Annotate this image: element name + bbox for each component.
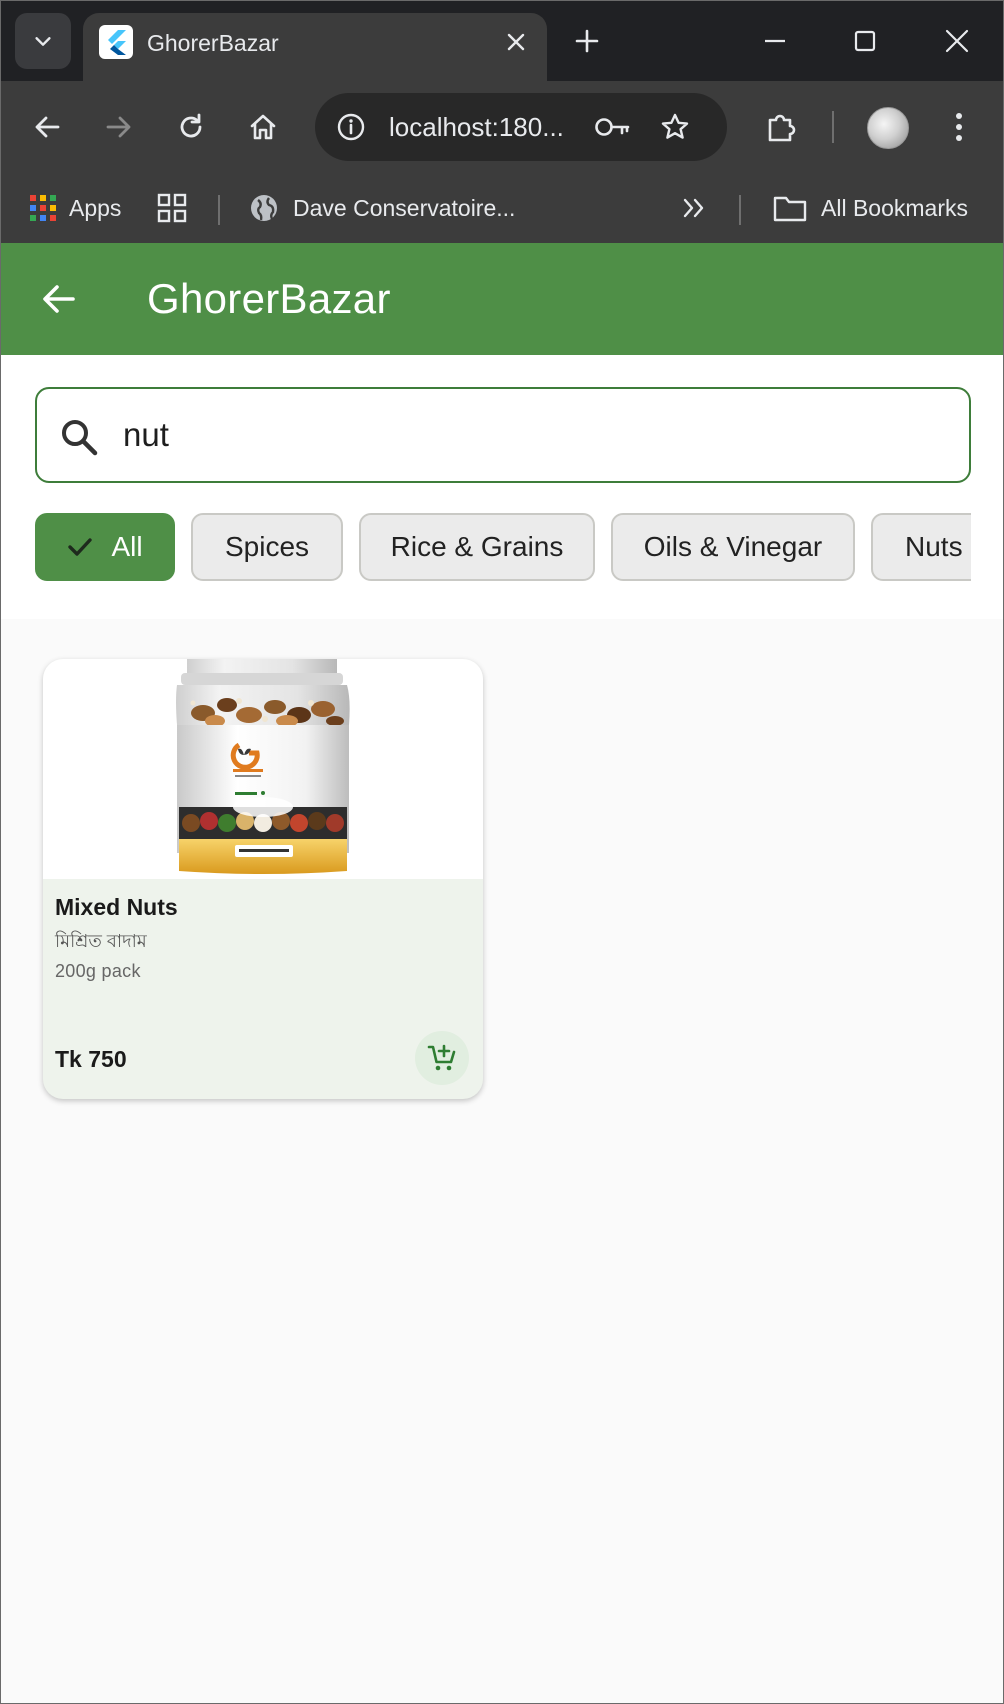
bookmark-apps-label: Apps (69, 194, 122, 221)
bookmarks-overflow-icon[interactable] (681, 185, 707, 231)
search-icon (57, 415, 101, 459)
tab-strip: GhorerBazar (1, 1, 1003, 81)
address-bar[interactable]: localhost:180... (315, 93, 727, 161)
browser-toolbar: localhost:180... (1, 81, 1003, 173)
all-bookmarks[interactable]: All Bookmarks (773, 185, 968, 231)
reload-icon[interactable] (167, 103, 215, 151)
close-tab-icon[interactable] (501, 27, 531, 57)
product-unit: 200g pack (55, 961, 141, 981)
flutter-icon (99, 25, 133, 59)
active-tab[interactable]: GhorerBazar (83, 13, 547, 81)
chip-label: Oils & Vinegar (643, 531, 823, 562)
profile-avatar[interactable] (867, 107, 909, 149)
more-menu-icon[interactable] (935, 103, 983, 151)
toolbar-divider (832, 111, 834, 143)
search-value: nut (123, 416, 169, 453)
minimize-icon[interactable] (745, 17, 805, 65)
maximize-icon[interactable] (835, 17, 895, 65)
chip-label: Rice & Grains (390, 531, 564, 562)
page-title: GhorerBazar (147, 275, 391, 322)
tab-groups-icon[interactable] (157, 185, 187, 231)
chip-nuts[interactable]: Nuts (871, 513, 971, 581)
window-close-icon[interactable] (927, 17, 987, 65)
search-section: nut All Spices Rice & Grains Oils & Vine… (1, 355, 1003, 619)
chip-spices[interactable]: Spices (191, 513, 343, 581)
bookmark-apps[interactable]: Apps (29, 185, 121, 231)
bookmark-star-icon[interactable] (655, 107, 695, 147)
chip-rice-grains[interactable]: Rice & Grains (359, 513, 595, 581)
forward-arrow-icon[interactable] (95, 103, 143, 151)
bookmark-dave-conservatoire[interactable]: Dave Conservatoire... (249, 185, 515, 231)
category-chips: All Spices Rice & Grains Oils & Vinegar … (35, 513, 971, 583)
back-arrow-icon[interactable] (23, 103, 71, 151)
home-icon[interactable] (239, 103, 287, 151)
new-tab-plus-icon[interactable] (569, 23, 605, 59)
globe-icon (251, 195, 277, 221)
bookmark-separator (739, 195, 741, 225)
nut-jar-image (43, 659, 483, 879)
apps-grid-icon (30, 195, 56, 221)
chevron-down-icon (35, 37, 51, 46)
url-text: localhost:180... (389, 112, 564, 142)
bookmark-separator (218, 195, 220, 225)
extensions-icon[interactable] (757, 103, 805, 151)
bookmark-dave-label: Dave Conservatoire... (293, 194, 516, 221)
site-info-icon[interactable] (331, 107, 371, 147)
folder-icon (773, 196, 807, 222)
chip-label: Spices (224, 531, 310, 562)
chip-label: All (111, 531, 143, 562)
bookmarks-bar: Apps Dave Conservatoire... All Bookmarks (1, 173, 1003, 243)
add-to-cart-button[interactable] (415, 1031, 469, 1085)
app-bar: GhorerBazar (1, 243, 1003, 355)
tab-title: GhorerBazar (147, 30, 279, 56)
product-name: Mixed Nuts (55, 894, 178, 920)
chip-oils-vinegar[interactable]: Oils & Vinegar (611, 513, 855, 581)
search-input[interactable]: nut (35, 387, 971, 483)
product-card[interactable]: Mixed Nuts মিশ্রিত বাদাম 200g pack Tk 75… (43, 659, 483, 1099)
chip-label: Nuts (905, 531, 963, 562)
tab-search-button[interactable] (15, 13, 71, 69)
key-icon[interactable] (591, 109, 635, 145)
check-icon (67, 536, 93, 558)
add-shopping-cart-icon (427, 1044, 456, 1071)
chip-all[interactable]: All (35, 513, 175, 581)
product-price: Tk 750 (55, 1046, 127, 1072)
all-bookmarks-label: All Bookmarks (821, 194, 968, 221)
back-arrow-icon[interactable] (35, 275, 83, 323)
product-name-bengali: মিশ্রিত বাদাম (55, 931, 147, 951)
browser-window: GhorerBazar localhost:180... Apps Dave C… (0, 0, 1004, 1704)
